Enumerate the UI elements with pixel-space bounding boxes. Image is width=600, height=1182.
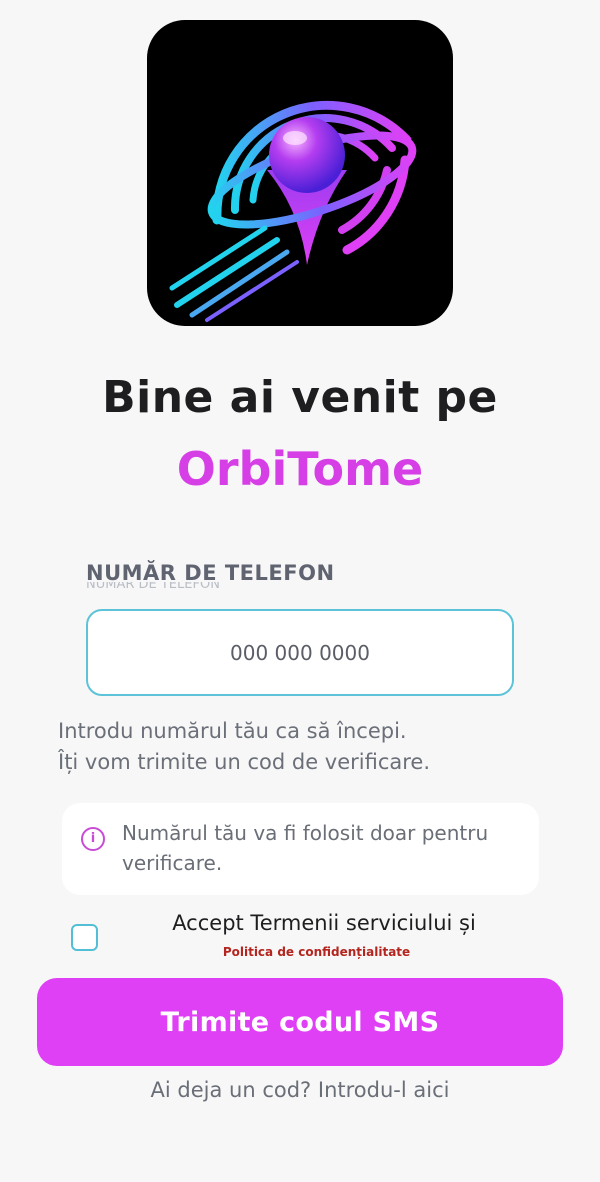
helper-text: Introdu numărul tău ca să începi. Îți vo… [58, 716, 558, 778]
terms-checkbox[interactable] [71, 924, 98, 951]
helper-line-2: Îți vom trimite un cod de verificare. [58, 750, 431, 774]
notice-text: Numărul tău va fi folosit doar pentru ve… [122, 821, 489, 875]
phone-input[interactable] [88, 611, 512, 694]
phone-field[interactable] [86, 609, 514, 696]
welcome-title: Bine ai venit pe [102, 372, 498, 423]
privacy-policy-link[interactable]: Politica de confidențialitate [98, 945, 535, 959]
app-logo [147, 20, 453, 326]
helper-line-1: Introdu numărul tău ca să începi. [58, 719, 407, 743]
terms-text: Accept Termenii serviciului și [172, 911, 476, 935]
have-code-link[interactable]: Ai deja un cod? Introdu-l aici [0, 1078, 600, 1102]
phone-label-ghost: NUMĂR DE TELEFON [86, 582, 220, 590]
brand-name: OrbiTome [176, 442, 424, 496]
send-sms-button[interactable]: Trimite codul SMS [37, 978, 563, 1066]
info-icon: i [81, 827, 105, 851]
orbit-location-pin-logo-icon [169, 100, 417, 322]
verification-notice: i Numărul tău va fi folosit doar pentru … [62, 803, 539, 895]
